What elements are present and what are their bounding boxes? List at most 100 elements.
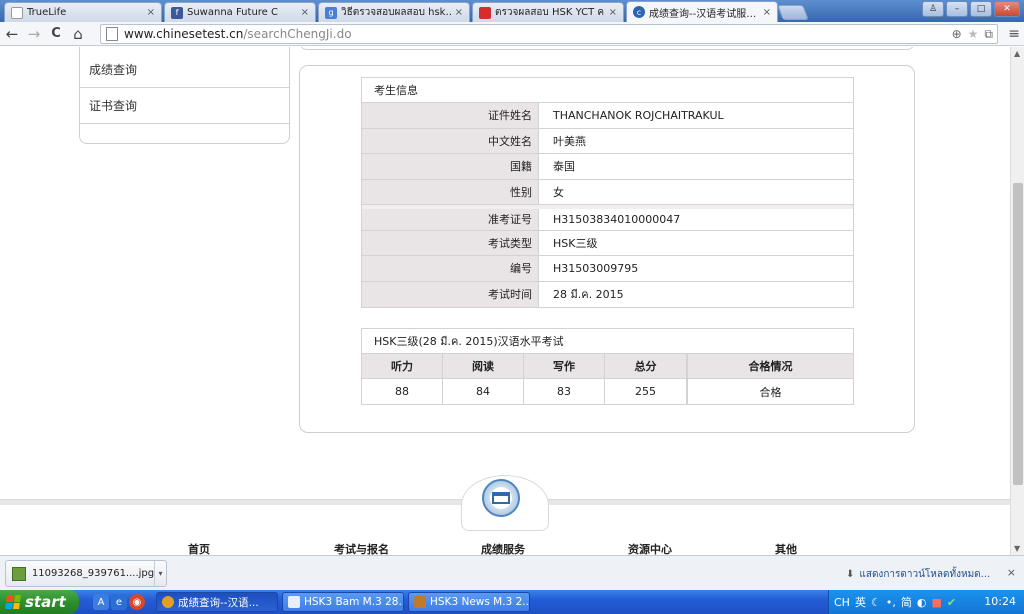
- language-indicator[interactable]: CH: [834, 596, 850, 609]
- close-tab-icon[interactable]: ×: [301, 7, 309, 18]
- table-row: 证件姓名 THANCHANOK ROJCHAITRAKUL: [362, 103, 853, 129]
- tab-score-query[interactable]: c 成绩查询--汉语考试服… ×: [626, 1, 778, 22]
- start-button[interactable]: start: [0, 590, 79, 614]
- extension-icon[interactable]: ⧉: [984, 27, 993, 42]
- taskbar-button-hsk3-news[interactable]: HSK3 News M.3 2...: [408, 592, 530, 612]
- tab-truelife[interactable]: TrueLife ×: [4, 2, 162, 22]
- taskbar-button-label: 成绩查询--汉语...: [178, 596, 259, 609]
- pass-status-header: 合格情况: [687, 354, 853, 378]
- close-tab-icon[interactable]: ×: [455, 7, 463, 18]
- browser-toolbar: ← → C ⌂ www.chinesetest.cn/searchChengJi…: [0, 22, 1024, 46]
- sidebar-menu: 成绩查询 证书查询: [79, 47, 290, 144]
- system-tray: CH 英 ☾ •, 简 ◐ ■ ✔ 10:24: [828, 590, 1024, 614]
- exam-type-label: 考试类型: [362, 230, 539, 255]
- reading-header: 阅读: [443, 354, 524, 378]
- sidebar-item-certificate-query[interactable]: 证书查询: [80, 88, 289, 124]
- table-row: 中文姓名 叶美燕: [362, 128, 853, 154]
- reload-button[interactable]: C: [46, 24, 66, 44]
- close-icon[interactable]: ×: [1007, 566, 1016, 579]
- back-button[interactable]: ←: [2, 24, 22, 44]
- candidate-info-table: 考生信息 证件姓名 THANCHANOK ROJCHAITRAKUL 中文姓名 …: [361, 77, 854, 308]
- window-controls: ♙ – □ ✕: [922, 1, 1020, 17]
- simplified-chinese-indicator[interactable]: 简: [901, 594, 912, 610]
- windows-taskbar: start A e ◉ 成绩查询--汉语... HSK3 Bam M.3 28.…: [0, 590, 1024, 614]
- tab-title: วิธีตรวจสอบผลสอบ hsk…: [341, 7, 451, 18]
- gender-value: 女: [553, 185, 564, 199]
- footer-link-other[interactable]: 其他: [775, 541, 797, 555]
- address-bar[interactable]: www.chinesetest.cn/searchChengJi.do ⊕ ★ …: [100, 24, 998, 44]
- security-tray-icon[interactable]: ✔: [947, 596, 956, 609]
- close-tab-icon[interactable]: ×: [763, 7, 771, 18]
- download-item[interactable]: 11093268_939761....jpg ▾: [5, 560, 167, 587]
- id-name-value: THANCHANOK ROJCHAITRAKUL: [553, 108, 724, 122]
- close-tab-icon[interactable]: ×: [147, 7, 155, 18]
- network-icon[interactable]: ◐: [917, 596, 927, 609]
- taskbar-button-hsk3-bam[interactable]: HSK3 Bam M.3 28...: [282, 592, 404, 612]
- footer-link-score-services[interactable]: 成绩服务: [481, 541, 525, 555]
- scrollbar-thumb[interactable]: [1013, 183, 1023, 485]
- close-tab-icon[interactable]: ×: [609, 7, 617, 18]
- serial-number-label: 编号: [362, 256, 539, 281]
- footer-link-home[interactable]: 首页: [188, 541, 210, 555]
- ie-quicklaunch-icon[interactable]: e: [111, 594, 127, 610]
- table-row: 准考证号 H31503834010000047: [362, 205, 853, 231]
- nationality-value: 泰国: [553, 160, 575, 174]
- chevron-down-icon[interactable]: ▾: [154, 561, 166, 586]
- page-icon: [11, 6, 23, 19]
- moon-icon[interactable]: ☾: [871, 596, 881, 609]
- scroll-down-icon[interactable]: ▼: [1014, 544, 1020, 553]
- bookmark-star-icon[interactable]: ★: [968, 27, 979, 42]
- maximize-button[interactable]: □: [970, 1, 992, 17]
- score-table-heading: HSK三级(28 มี.ค. 2015)汉语水平考试: [362, 329, 853, 354]
- exam-type-value: HSK三级: [553, 236, 598, 250]
- menu-icon[interactable]: ≡: [1008, 26, 1020, 42]
- tab-hsk-yct[interactable]: ตรวจผลสอบ HSK YCT ค… ×: [472, 2, 624, 22]
- acrobat-quicklaunch-icon[interactable]: A: [93, 594, 109, 610]
- scroll-up-icon[interactable]: ▲: [1014, 49, 1020, 58]
- table-row: 国籍 泰国: [362, 154, 853, 180]
- score-table: HSK三级(28 มี.ค. 2015)汉语水平考试 听力 阅读 写作 总分 合…: [361, 328, 854, 405]
- taskbar-button-label: HSK3 News M.3 2...: [430, 596, 530, 608]
- image-viewer-icon: [414, 596, 426, 608]
- url-text: www.chinesetest.cn/searchChengJi.do: [124, 27, 352, 41]
- taskbar-button-chrome[interactable]: 成绩查询--汉语...: [156, 592, 278, 612]
- show-all-downloads-link[interactable]: ⬇ แสดงการดาวน์โหลดทั้งหมด...: [846, 567, 990, 582]
- chrome-quicklaunch-icon[interactable]: ◉: [129, 594, 145, 610]
- home-button[interactable]: ⌂: [68, 24, 88, 44]
- clock[interactable]: 10:24: [984, 595, 1016, 608]
- image-file-icon: [12, 566, 26, 581]
- taskbar-button-label: HSK3 Bam M.3 28...: [304, 596, 404, 608]
- url-path: /searchChengJi.do: [243, 27, 352, 41]
- user-icon[interactable]: ♙: [922, 1, 944, 17]
- results-panel: 考生信息 证件姓名 THANCHANOK ROJCHAITRAKUL 中文姓名 …: [299, 65, 915, 433]
- vertical-scrollbar[interactable]: ▲ ▼: [1010, 47, 1024, 555]
- google-icon: g: [325, 6, 337, 19]
- total-score: 255: [605, 379, 687, 404]
- footer-link-exams[interactable]: 考试与报名: [334, 541, 389, 555]
- exam-date-label: 考试时间: [362, 281, 539, 307]
- footer-link-resources[interactable]: 资源中心: [628, 541, 672, 555]
- page-icon: [106, 27, 118, 41]
- tab-hsk-howto[interactable]: g วิธีตรวจสอบผลสอบ hsk… ×: [318, 2, 470, 22]
- tab-title: Suwanna Future C: [187, 7, 278, 18]
- serial-number-value: H31503009795: [553, 261, 639, 275]
- sidebar-item-score-query[interactable]: 成绩查询: [80, 52, 289, 88]
- pdf-tray-icon[interactable]: ■: [931, 596, 941, 609]
- zoom-icon[interactable]: ⊕: [952, 27, 962, 42]
- close-window-button[interactable]: ✕: [994, 1, 1020, 17]
- minimize-button[interactable]: –: [946, 1, 968, 17]
- gender-label: 性别: [362, 179, 539, 204]
- punctuation-icon[interactable]: •,: [886, 596, 896, 609]
- new-tab-button[interactable]: [777, 5, 809, 20]
- chinesetest-icon: c: [633, 6, 645, 18]
- forward-button[interactable]: →: [24, 24, 44, 44]
- chinese-name-value: 叶美燕: [553, 134, 586, 148]
- facebook-icon: f: [171, 6, 183, 19]
- score-value-row: 88 84 83 255 合格: [362, 379, 853, 404]
- total-header: 总分: [605, 354, 687, 378]
- ime-mode-indicator[interactable]: 英: [855, 594, 866, 610]
- reading-score: 84: [443, 379, 524, 404]
- logo-mark: [492, 492, 510, 504]
- hanban-logo: [482, 479, 520, 517]
- tab-suwanna[interactable]: f Suwanna Future C ×: [164, 2, 316, 22]
